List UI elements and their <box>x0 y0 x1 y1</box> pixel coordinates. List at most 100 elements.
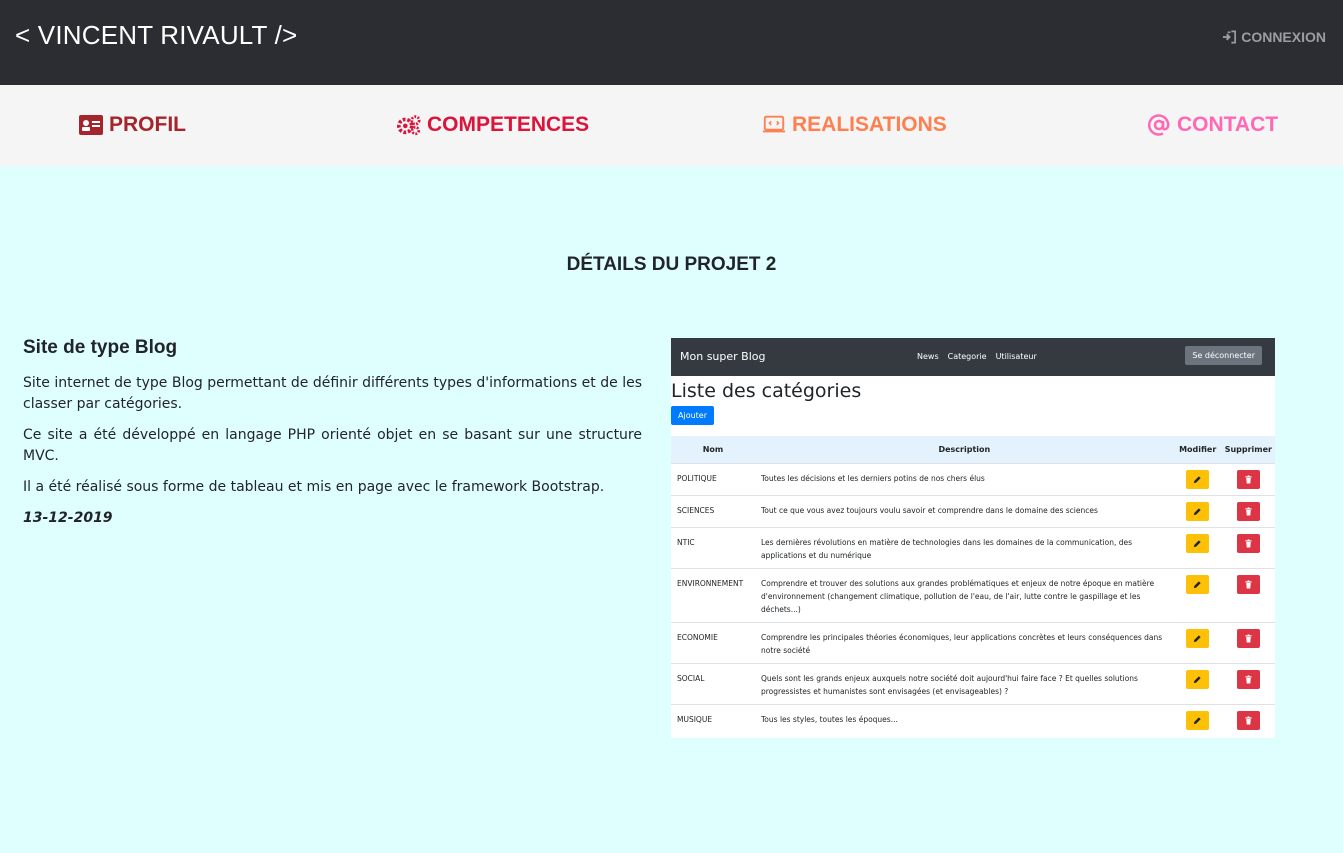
screenshot-link-news: News <box>917 352 939 361</box>
delete-cell <box>1221 462 1275 495</box>
table-row: POLITIQUE Toutes les décisions et les der… <box>671 462 1275 495</box>
laptop-code-icon <box>762 115 786 133</box>
trash-icon <box>1245 474 1252 484</box>
category-description: Les dernières révolutions en matière de … <box>755 526 1174 568</box>
nav-item-competences[interactable]: COMPETENCES <box>397 113 589 137</box>
sign-in-icon <box>1223 30 1237 44</box>
screenshot-category-table: Nom Description Modifier Supprimer POLIT… <box>671 436 1275 736</box>
delete-cell <box>1221 703 1275 736</box>
edit-button <box>1186 469 1210 489</box>
edit-button <box>1186 574 1210 594</box>
id-card-icon <box>79 115 103 135</box>
login-link[interactable]: CONNEXION <box>1222 29 1326 45</box>
pencil-icon <box>1194 475 1201 483</box>
category-name: SCIENCES <box>671 494 755 527</box>
edit-button <box>1186 669 1210 689</box>
column-header: Supprimer <box>1221 436 1275 463</box>
edit-cell <box>1173 462 1222 495</box>
nav-label-contact: CONTACT <box>1177 113 1279 136</box>
edit-cell <box>1173 662 1222 704</box>
table-row: ENVIRONNEMENT Comprendre et trouver des s… <box>671 567 1275 622</box>
gears-icon <box>397 115 421 136</box>
trash-icon <box>1245 579 1252 589</box>
category-description: Quels sont les grands enjeux auxquels no… <box>755 662 1174 704</box>
table-row: SOCIAL Quels sont les grands enjeux auxqu… <box>671 662 1275 704</box>
pencil-icon <box>1194 634 1201 642</box>
category-description: Tous les styles, toutes les époques... <box>755 703 1174 736</box>
table-body: POLITIQUE Toutes les décisions et les der… <box>671 462 1275 736</box>
category-description: Comprendre et trouver des solutions aux … <box>755 567 1174 622</box>
category-name: ECONOMIE <box>671 621 755 663</box>
table-row: SCIENCES Tout ce que vous avez toujours v… <box>671 494 1275 527</box>
edit-cell <box>1173 494 1222 527</box>
category-description: Comprendre les principales théories écon… <box>755 621 1174 663</box>
edit-cell <box>1173 526 1222 568</box>
page-title: DÉTAILS DU PROJET 2 <box>566 254 777 275</box>
site-brand[interactable]: < VINCENT RIVAULT /> <box>15 20 297 51</box>
screenshot-logout-button: Se déconnecter <box>1185 346 1262 365</box>
project-paragraph: Site internet de type Blog permettant de… <box>23 375 642 412</box>
column-header: Nom <box>671 436 755 463</box>
project-paragraph: Il a été réalisé sous forme de tableau e… <box>23 479 605 495</box>
delete-button <box>1236 469 1260 489</box>
top-header: < VINCENT RIVAULT /> CONNEXION <box>0 0 1343 85</box>
pencil-icon <box>1194 580 1201 588</box>
edit-button <box>1186 501 1210 521</box>
login-label: CONNEXION <box>1241 29 1326 45</box>
project-heading: Site de type Blog <box>23 337 178 358</box>
pencil-icon <box>1194 507 1201 515</box>
category-name: MUSIQUE <box>671 703 755 736</box>
nav-label-competences: COMPETENCES <box>427 113 590 136</box>
table-row: MUSIQUE Tous les styles, toutes les époqu… <box>671 703 1275 736</box>
category-name: ENVIRONNEMENT <box>671 567 755 622</box>
delete-button <box>1236 628 1260 648</box>
delete-button <box>1236 669 1260 689</box>
trash-icon <box>1245 674 1252 684</box>
main-nav: PROFIL COMPETENCES REALISATIONS CONTACT <box>0 85 1343 166</box>
table-row: ECONOMIE Comprendre les principales théor… <box>671 621 1275 663</box>
column-header: Description <box>755 436 1174 463</box>
at-icon <box>1147 114 1170 136</box>
project-paragraph: Ce site a été développé en langage PHP o… <box>23 427 642 464</box>
nav-item-realisations[interactable]: REALISATIONS <box>762 113 947 137</box>
table-row: NTIC Les dernières révolutions en matière… <box>671 526 1275 568</box>
nav-label-realisations: REALISATIONS <box>792 113 947 136</box>
delete-button <box>1236 501 1260 521</box>
nav-item-contact[interactable]: CONTACT <box>1147 113 1278 137</box>
screenshot-nav-links: News Categorie Utilisateur <box>917 352 1037 361</box>
delete-button <box>1236 710 1260 730</box>
screenshot-link-utilisateur: Utilisateur <box>995 352 1037 361</box>
category-name: SOCIAL <box>671 662 755 704</box>
category-name: POLITIQUE <box>671 462 755 495</box>
trash-icon <box>1245 506 1252 516</box>
table-header-row: Nom Description Modifier Supprimer <box>671 436 1275 463</box>
pencil-icon <box>1194 716 1201 724</box>
delete-cell <box>1221 621 1275 663</box>
delete-button <box>1236 533 1260 553</box>
project-date: 13-12-2019 <box>23 510 113 526</box>
project-description: Site de type Blog Site internet de type … <box>23 337 642 539</box>
category-description: Toutes les décisions et les derniers pot… <box>755 462 1174 495</box>
screenshot-navbar: Mon super Blog News Categorie Utilisateu… <box>671 338 1275 376</box>
screenshot-add-button: Ajouter <box>671 406 715 425</box>
nav-item-profil[interactable]: PROFIL <box>79 113 186 137</box>
pencil-icon <box>1194 539 1201 547</box>
screenshot-brand: Mon super Blog <box>680 350 766 363</box>
trash-icon <box>1245 538 1252 548</box>
edit-cell <box>1173 621 1222 663</box>
delete-cell <box>1221 526 1275 568</box>
delete-cell <box>1221 662 1275 704</box>
category-name: NTIC <box>671 526 755 568</box>
screenshot-title: Liste des catégories <box>671 380 862 402</box>
trash-icon <box>1245 715 1252 725</box>
screenshot-link-categorie: Categorie <box>947 352 987 361</box>
category-description: Tout ce que vous avez toujours voulu sav… <box>755 494 1174 527</box>
column-header: Modifier <box>1173 436 1222 463</box>
pencil-icon <box>1194 675 1201 683</box>
edit-cell <box>1173 567 1222 622</box>
delete-button <box>1236 574 1260 594</box>
edit-button <box>1186 710 1210 730</box>
trash-icon <box>1245 633 1252 643</box>
edit-cell <box>1173 703 1222 736</box>
project-screenshot: Mon super Blog News Categorie Utilisateu… <box>671 338 1275 738</box>
